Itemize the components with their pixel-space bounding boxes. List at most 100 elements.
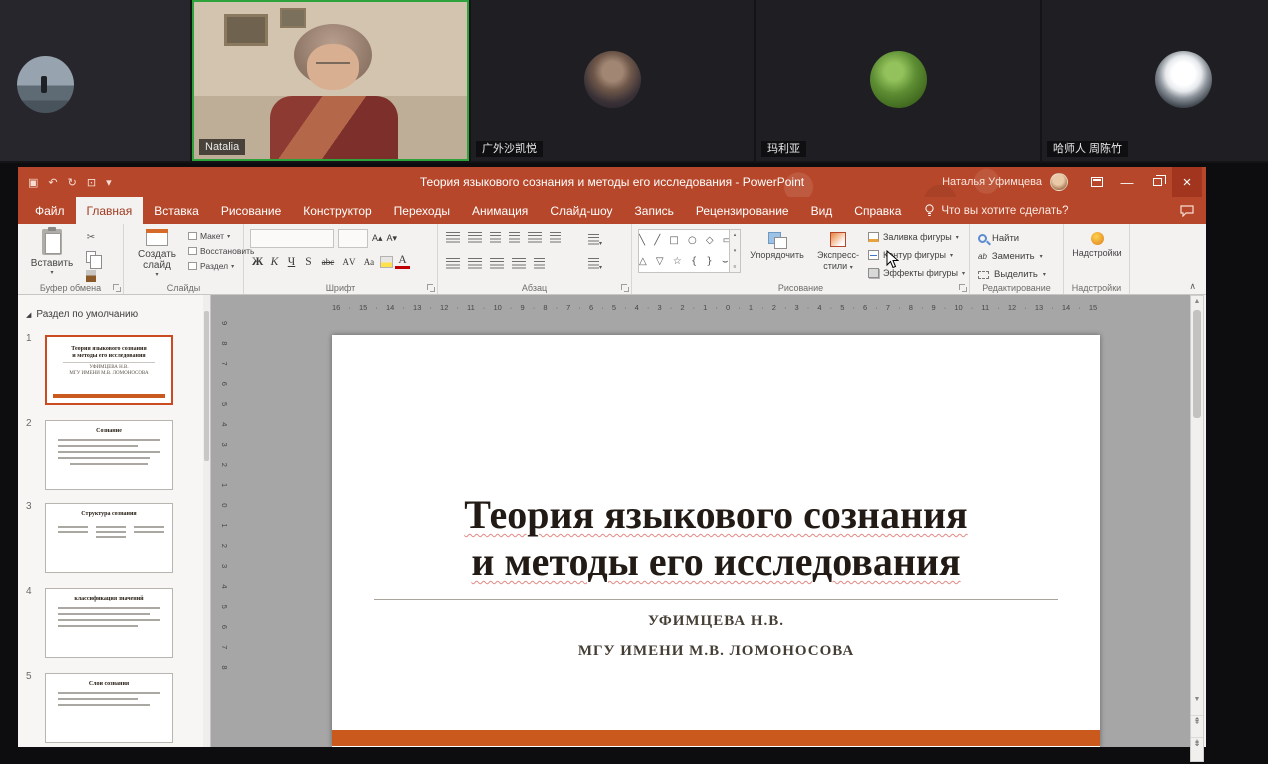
paste-button[interactable]: Вставить ▾: [26, 229, 78, 276]
change-case-button[interactable]: Аа: [360, 257, 378, 267]
scroll-up-icon[interactable]: ▲: [1191, 298, 1203, 305]
tab-animations[interactable]: Анимация: [461, 197, 539, 224]
slide-thumbnail-3[interactable]: Структура сознания: [45, 503, 173, 573]
numbering-icon[interactable]: [468, 232, 482, 243]
participant-tile-active-speaker[interactable]: Natalia: [192, 0, 469, 161]
account-name[interactable]: Наталья Уфимцева: [942, 176, 1042, 188]
shape-outline-button[interactable]: Контур фигуры▾: [868, 250, 953, 260]
panel-scrollbar[interactable]: [203, 295, 210, 747]
align-center-icon[interactable]: [468, 258, 482, 269]
new-slide-button[interactable]: Создать слайд ▾: [128, 229, 186, 278]
panel-scrollbar-thumb[interactable]: [204, 311, 209, 461]
shape-effects-button[interactable]: Эффекты фигуры▾: [868, 268, 965, 278]
participant-tile-5[interactable]: 哈师人 周陈竹: [1042, 0, 1268, 161]
cut-icon[interactable]: ✂: [82, 230, 100, 245]
italic-button[interactable]: К: [267, 256, 282, 268]
increase-font-icon[interactable]: А▴: [372, 233, 383, 244]
comments-icon[interactable]: [1180, 197, 1194, 224]
tab-review[interactable]: Рецензирование: [685, 197, 800, 224]
shapes-gallery[interactable]: ╲ ╱ □ ○ ◇ ▭ △ ▽ ☆ { } ⌣: [638, 229, 730, 273]
start-slideshow-icon[interactable]: ⊡: [87, 176, 96, 189]
format-painter-icon[interactable]: [82, 268, 100, 283]
participant-tile-3[interactable]: 广外沙凯悦: [471, 0, 754, 161]
tab-home[interactable]: Главная: [76, 197, 144, 224]
dialog-launcher-icon[interactable]: [621, 284, 629, 292]
undo-icon[interactable]: ↶: [48, 176, 57, 189]
close-button[interactable]: ×: [1172, 167, 1202, 197]
participant-tile-4[interactable]: 玛利亚: [756, 0, 1040, 161]
align-left-icon[interactable]: [446, 258, 460, 269]
line-spacing-icon[interactable]: [528, 232, 542, 243]
addins-button[interactable]: Надстройки: [1070, 232, 1124, 259]
character-spacing-button[interactable]: АV: [340, 257, 358, 267]
customize-qat-icon[interactable]: ▾: [106, 176, 112, 189]
font-name-select[interactable]: [250, 229, 334, 248]
gallery-more-icon[interactable]: ≡: [734, 264, 737, 270]
slide-thumbnail-2[interactable]: Сознание: [45, 420, 173, 490]
replace-button[interactable]: ab Заменить▾: [978, 251, 1043, 262]
restore-button[interactable]: [1142, 167, 1172, 197]
tab-transitions[interactable]: Переходы: [383, 197, 461, 224]
slide-thumbnail-5[interactable]: Слои сознания: [45, 673, 173, 743]
font-color-button[interactable]: А: [395, 255, 410, 269]
tab-view[interactable]: Вид: [800, 197, 844, 224]
scrollbar-thumb[interactable]: [1193, 310, 1201, 418]
redo-icon[interactable]: ↻: [68, 176, 77, 189]
shape-fill-button[interactable]: Заливка фигуры▾: [868, 232, 959, 242]
tab-draw[interactable]: Рисование: [210, 197, 292, 224]
account-avatar[interactable]: [1050, 173, 1068, 191]
text-direction-icon[interactable]: [550, 232, 561, 243]
slide-affiliation[interactable]: МГУ ИМЕНИ М.В. ЛОМОНОСОВА: [332, 643, 1100, 660]
arrange-button[interactable]: Упорядочить: [746, 232, 808, 261]
tab-record[interactable]: Запись: [624, 197, 685, 224]
save-icon[interactable]: ▣: [28, 176, 38, 189]
align-right-icon[interactable]: [490, 258, 504, 269]
title-bar[interactable]: ▣ ↶ ↻ ⊡ ▾ Теория языкового сознания и ме…: [18, 167, 1206, 197]
slide-canvas[interactable]: Теория языкового сознания и методы его и…: [332, 335, 1100, 747]
ribbon-display-options-button[interactable]: [1082, 167, 1112, 197]
tab-insert[interactable]: Вставка: [143, 197, 210, 224]
slide-title-line-2[interactable]: и методы его исследования: [332, 538, 1100, 585]
copy-icon[interactable]: [82, 249, 100, 264]
find-button[interactable]: Найти: [978, 233, 1019, 244]
indent-increase-icon[interactable]: [509, 232, 520, 243]
section-header[interactable]: ◢ Раздел по умолчанию: [26, 309, 138, 320]
slide-title-line-1[interactable]: Теория языкового сознания: [332, 491, 1100, 538]
convert-smartart-icon[interactable]: ▾: [588, 256, 602, 274]
decrease-font-icon[interactable]: А▾: [387, 233, 398, 244]
next-slide-button[interactable]: ⇟: [1191, 737, 1203, 749]
vertical-scrollbar[interactable]: ▲ ▼ ⇞ ⇟: [1190, 295, 1204, 762]
strikethrough-button[interactable]: abc: [318, 257, 338, 267]
dialog-launcher-icon[interactable]: [427, 284, 435, 292]
slide-thumbnail-1[interactable]: Теория языкового сознания и методы его и…: [45, 335, 173, 405]
tab-file[interactable]: Файл: [24, 197, 76, 224]
slide-author[interactable]: УФИМЦЕВА Н.В.: [332, 613, 1100, 630]
tab-help[interactable]: Справка: [843, 197, 912, 224]
slide-thumbnail-4[interactable]: классификация значений: [45, 588, 173, 658]
bullets-icon[interactable]: [446, 232, 460, 243]
collapse-ribbon-icon[interactable]: ∧: [1189, 281, 1196, 292]
select-button[interactable]: Выделить▾: [978, 269, 1046, 280]
underline-button[interactable]: Ч: [284, 256, 299, 268]
participant-tile-1[interactable]: [0, 0, 190, 161]
tab-slideshow[interactable]: Слайд-шоу: [539, 197, 623, 224]
gallery-up-icon[interactable]: ▴: [734, 232, 737, 238]
text-shadow-button[interactable]: S: [301, 256, 316, 268]
font-size-select[interactable]: [338, 229, 368, 248]
indent-decrease-icon[interactable]: [490, 232, 501, 243]
highlight-color-icon[interactable]: [380, 256, 393, 268]
justify-icon[interactable]: [512, 258, 526, 269]
align-text-icon[interactable]: ▾: [588, 232, 602, 250]
tell-me-box[interactable]: Что вы хотите сделать?: [924, 197, 1068, 224]
minimize-button[interactable]: —: [1112, 167, 1142, 197]
shapes-gallery-scroll[interactable]: ▴ ▾ ≡: [730, 229, 741, 273]
bold-button[interactable]: Ж: [250, 256, 265, 268]
tab-design[interactable]: Конструктор: [292, 197, 382, 224]
dialog-launcher-icon[interactable]: [113, 284, 121, 292]
columns-icon[interactable]: [534, 258, 545, 269]
quick-styles-button[interactable]: Экспресс-стили ▾: [810, 232, 866, 274]
dialog-launcher-icon[interactable]: [959, 284, 967, 292]
scroll-down-icon[interactable]: ▼: [1191, 696, 1203, 703]
gallery-down-icon[interactable]: ▾: [734, 248, 737, 254]
previous-slide-button[interactable]: ⇞: [1191, 715, 1203, 727]
